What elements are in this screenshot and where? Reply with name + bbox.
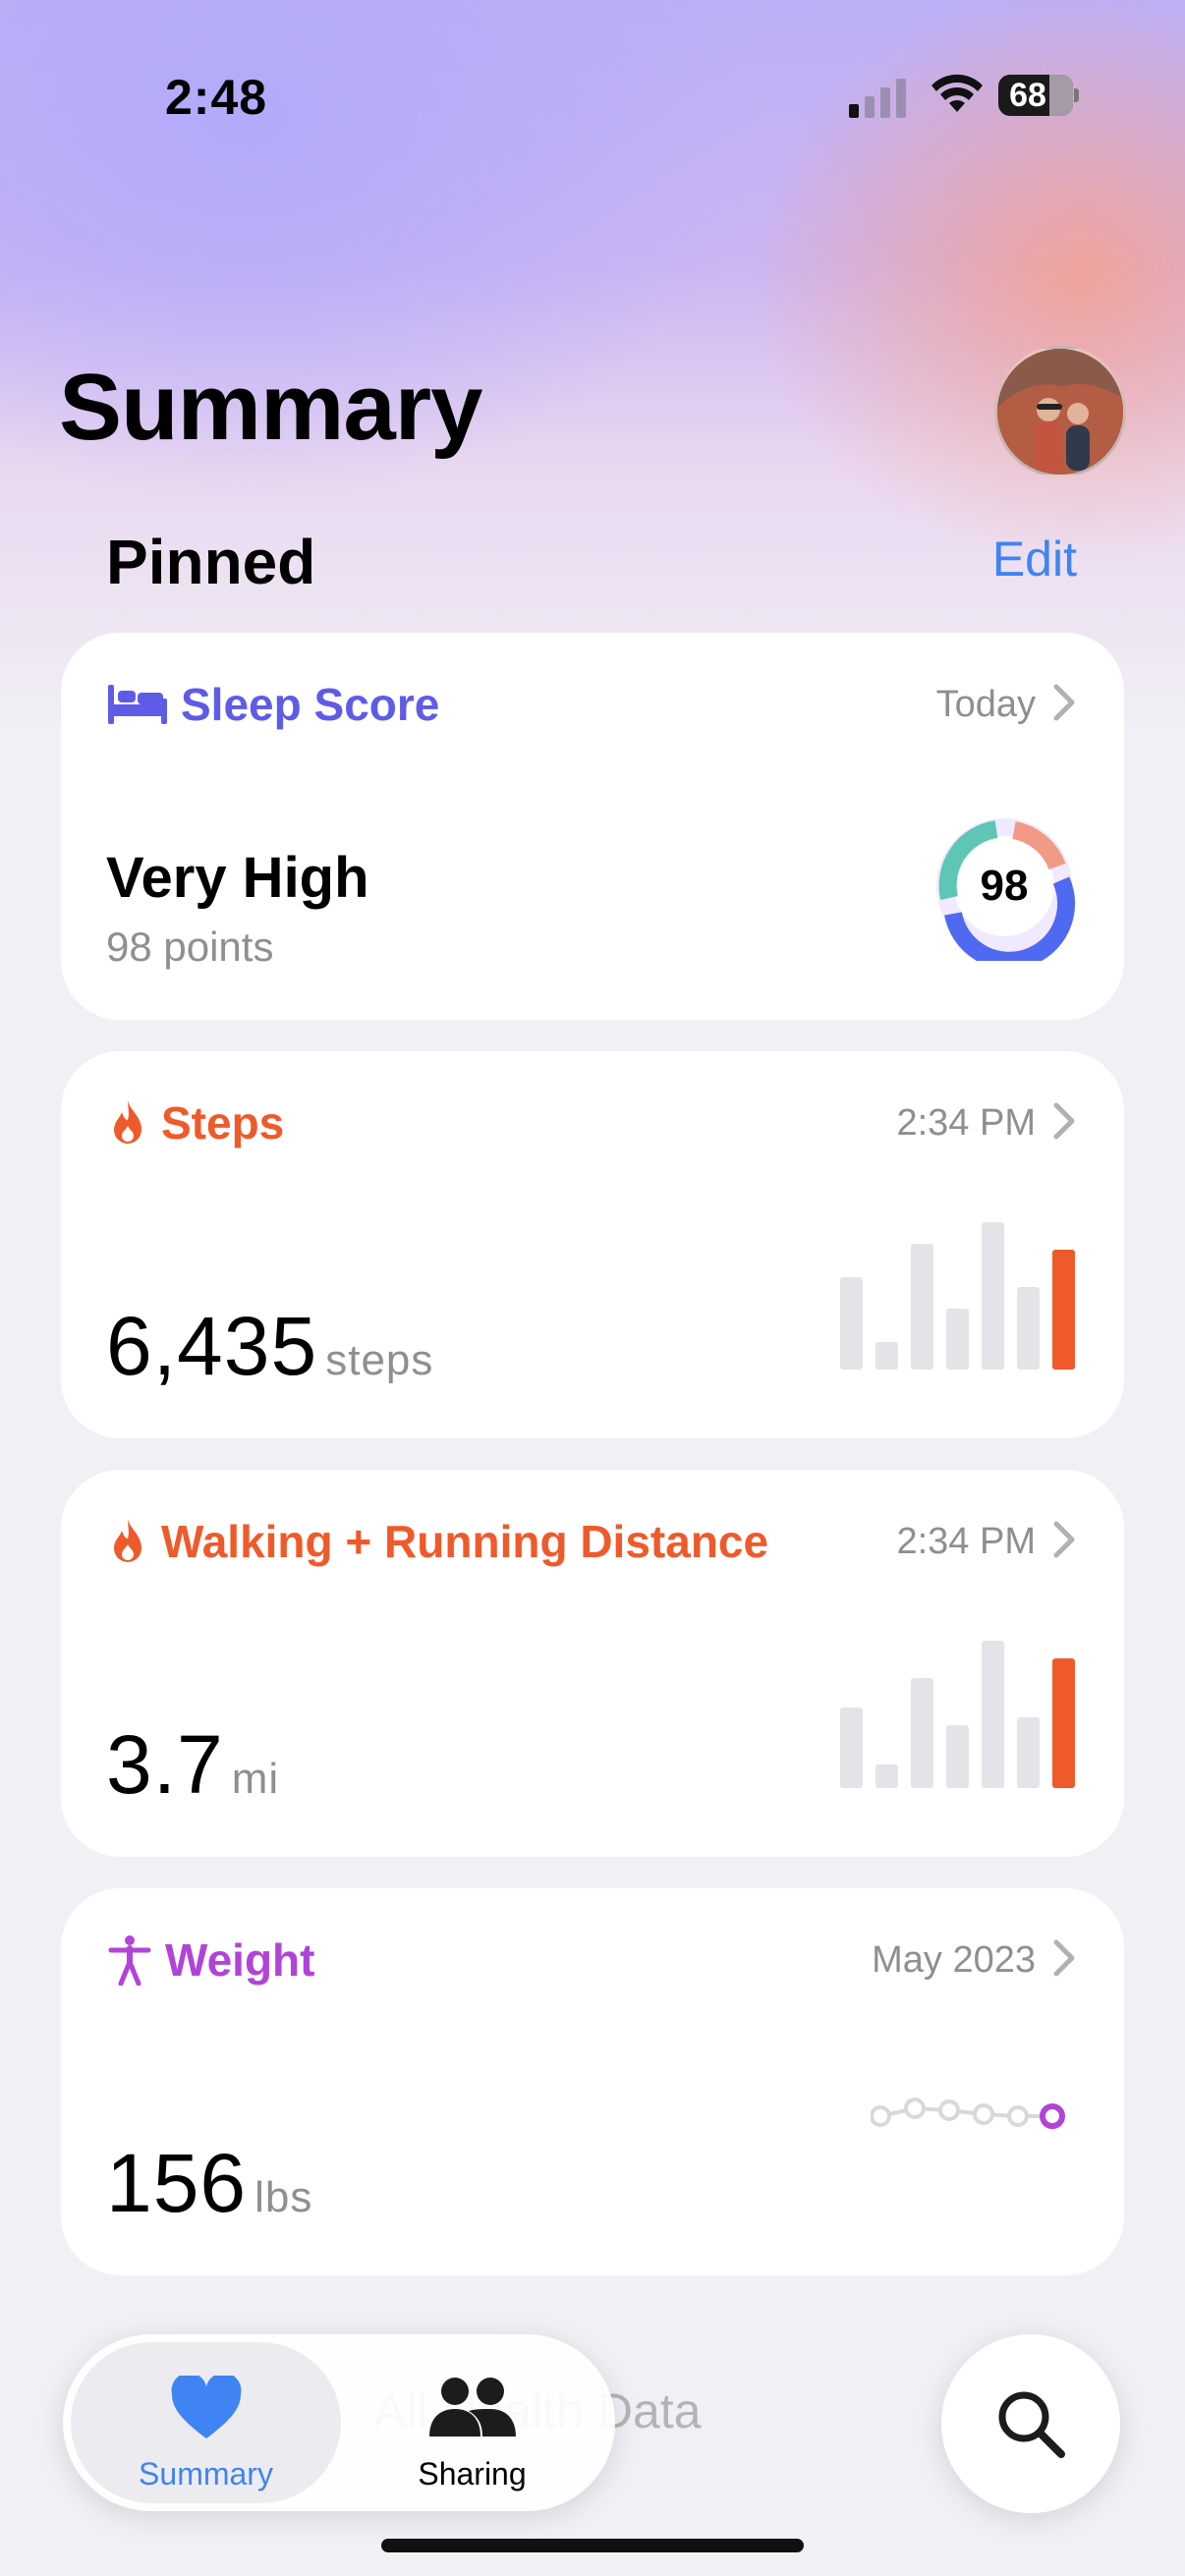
bar [911,1678,933,1788]
sleep-score-number: 98 [980,862,1029,910]
flame-icon [114,1519,141,1562]
figure-icon [108,1935,151,1986]
bar [1017,1717,1040,1788]
chevron-right-icon [1053,1939,1075,1977]
bar [911,1244,933,1370]
chevron-right-icon [1053,684,1075,721]
flame-icon [114,1100,141,1144]
battery-level: 68 [1009,77,1046,114]
edit-button[interactable]: Edit [992,531,1077,588]
steps-title: Steps [161,1097,285,1148]
bar [946,1725,969,1788]
steps-card[interactable]: Steps 2:34 PM 6,435 steps [61,1051,1124,1438]
battery-icon: 68 [998,75,1079,116]
distance-time: 2:34 PM [896,1521,1036,1562]
sleep-score-value: Very High [106,846,369,910]
distance-unit: mi [231,1755,280,1803]
bar [982,1222,1004,1370]
sleep-score-title: Sleep Score [181,679,440,730]
bar [1017,1287,1040,1370]
bar [840,1277,863,1370]
bar [982,1641,1004,1788]
weight-card[interactable]: Weight May 2023 156 lbs [61,1888,1124,2275]
bar-current [1052,1250,1075,1370]
profile-avatar[interactable] [994,346,1126,477]
weight-title: Weight [165,1934,315,1986]
status-time: 2:48 [165,70,268,125]
people-icon [428,2378,516,2436]
steps-mini-chart [840,1222,1075,1370]
distance-title: Walking + Running Distance [161,1516,769,1567]
tab-summary-label: Summary [139,2456,273,2492]
steps-count: 6,435 [106,1300,318,1392]
wifi-icon [931,74,983,112]
sleep-score-points: 98 points [106,924,274,970]
home-indicator[interactable] [381,2539,804,2552]
weight-trend-chart [871,2098,1065,2129]
tab-summary[interactable]: Summary [71,2342,341,2503]
sleep-score-date: Today [935,684,1036,725]
weight-amount: 156 [106,2137,248,2229]
tab-sharing-label: Sharing [418,2456,527,2492]
walking-running-distance-card[interactable]: Walking + Running Distance 2:34 PM 3.7 mi [61,1470,1124,1857]
bar [875,1342,898,1370]
bar [946,1309,969,1370]
distance-value: 3.7 mi [106,1717,279,1813]
chevron-right-icon [1053,1102,1075,1140]
page-title: Summary [59,355,483,460]
steps-time: 2:34 PM [896,1102,1036,1144]
steps-value: 6,435 steps [106,1299,433,1394]
bar-current [1052,1658,1075,1788]
status-bar: 2:48 68 [0,59,1185,138]
pinned-section-title: Pinned [106,527,316,597]
chevron-right-icon [1053,1521,1075,1558]
weight-value: 156 lbs [106,2136,312,2231]
distance-mini-chart [840,1641,1075,1788]
profile-photo-icon [997,349,1123,475]
search-icon [998,2391,1065,2458]
tab-bar: Summary Sharing [63,2334,615,2511]
bed-icon [108,685,167,724]
weight-date: May 2023 [872,1939,1036,1981]
cellular-signal-icon [849,79,906,118]
heart-icon [171,2376,241,2438]
steps-unit: steps [325,1336,434,1384]
sleep-score-ring: 98 [930,812,1079,970]
tab-sharing[interactable]: Sharing [337,2342,607,2503]
distance-amount: 3.7 [106,1718,224,1811]
sleep-score-card[interactable]: Sleep Score Today Very High 98 points 98 [61,633,1124,1020]
weight-unit: lbs [254,2173,313,2221]
bar [875,1764,898,1788]
search-button[interactable] [941,2334,1120,2513]
bar [840,1708,863,1788]
